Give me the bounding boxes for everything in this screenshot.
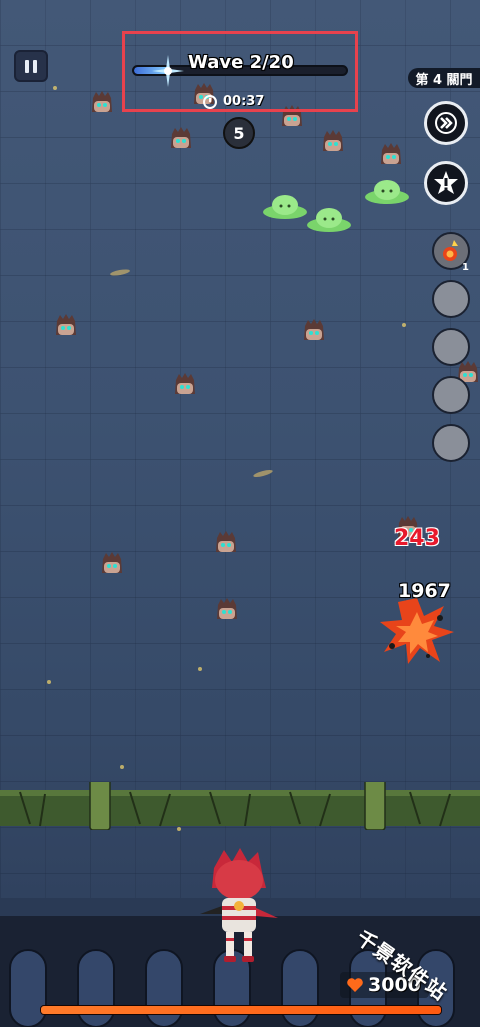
heart-icon	[347, 978, 363, 992]
player-character	[200, 848, 278, 962]
skill-slot-empty[interactable]	[432, 328, 470, 366]
pause-icon-bar	[25, 59, 29, 73]
spark	[120, 765, 124, 769]
enemy-imp	[102, 552, 122, 573]
enemy-imp	[304, 319, 324, 340]
auto-skill-button[interactable]	[424, 161, 468, 205]
fast-forward-button[interactable]	[424, 101, 468, 145]
enemy-imp	[171, 127, 191, 148]
fast-forward-icon	[435, 112, 457, 134]
explosion-effect	[380, 598, 454, 664]
gate-label: 第 4 關門	[408, 68, 480, 88]
hp-bar-fill	[41, 1006, 441, 1014]
enemy-imp	[381, 143, 401, 164]
hp-bar	[40, 1005, 442, 1015]
enemy-imp	[217, 598, 237, 619]
enemy-imp	[216, 531, 236, 552]
skill-slot-empty[interactable]	[432, 424, 470, 462]
enemy-imp	[175, 373, 195, 394]
game-scene: 243 1967	[0, 0, 480, 1027]
skill-slot-empty[interactable]	[432, 280, 470, 318]
pause-icon-bar	[33, 59, 37, 73]
spark	[53, 86, 57, 90]
auto-skill-icon	[434, 171, 458, 194]
highlight-box	[122, 31, 358, 112]
pause-button[interactable]	[14, 50, 48, 82]
enemy-imp	[92, 91, 112, 112]
damage-number-white: 1967	[398, 580, 451, 602]
enemy-slime	[263, 195, 307, 219]
spark	[402, 323, 406, 327]
skill-count: 1	[462, 262, 469, 273]
spark	[47, 680, 51, 684]
enemy-imp	[323, 130, 343, 151]
spark	[198, 667, 202, 671]
damage-number-red: 243	[394, 526, 440, 551]
enemy-slime	[365, 180, 409, 204]
skill-slot-empty[interactable]	[432, 376, 470, 414]
enemy-slime	[307, 208, 351, 232]
enemy-imp	[56, 314, 76, 335]
bamboo-fence	[0, 782, 480, 830]
combo-counter: 5	[223, 117, 255, 149]
